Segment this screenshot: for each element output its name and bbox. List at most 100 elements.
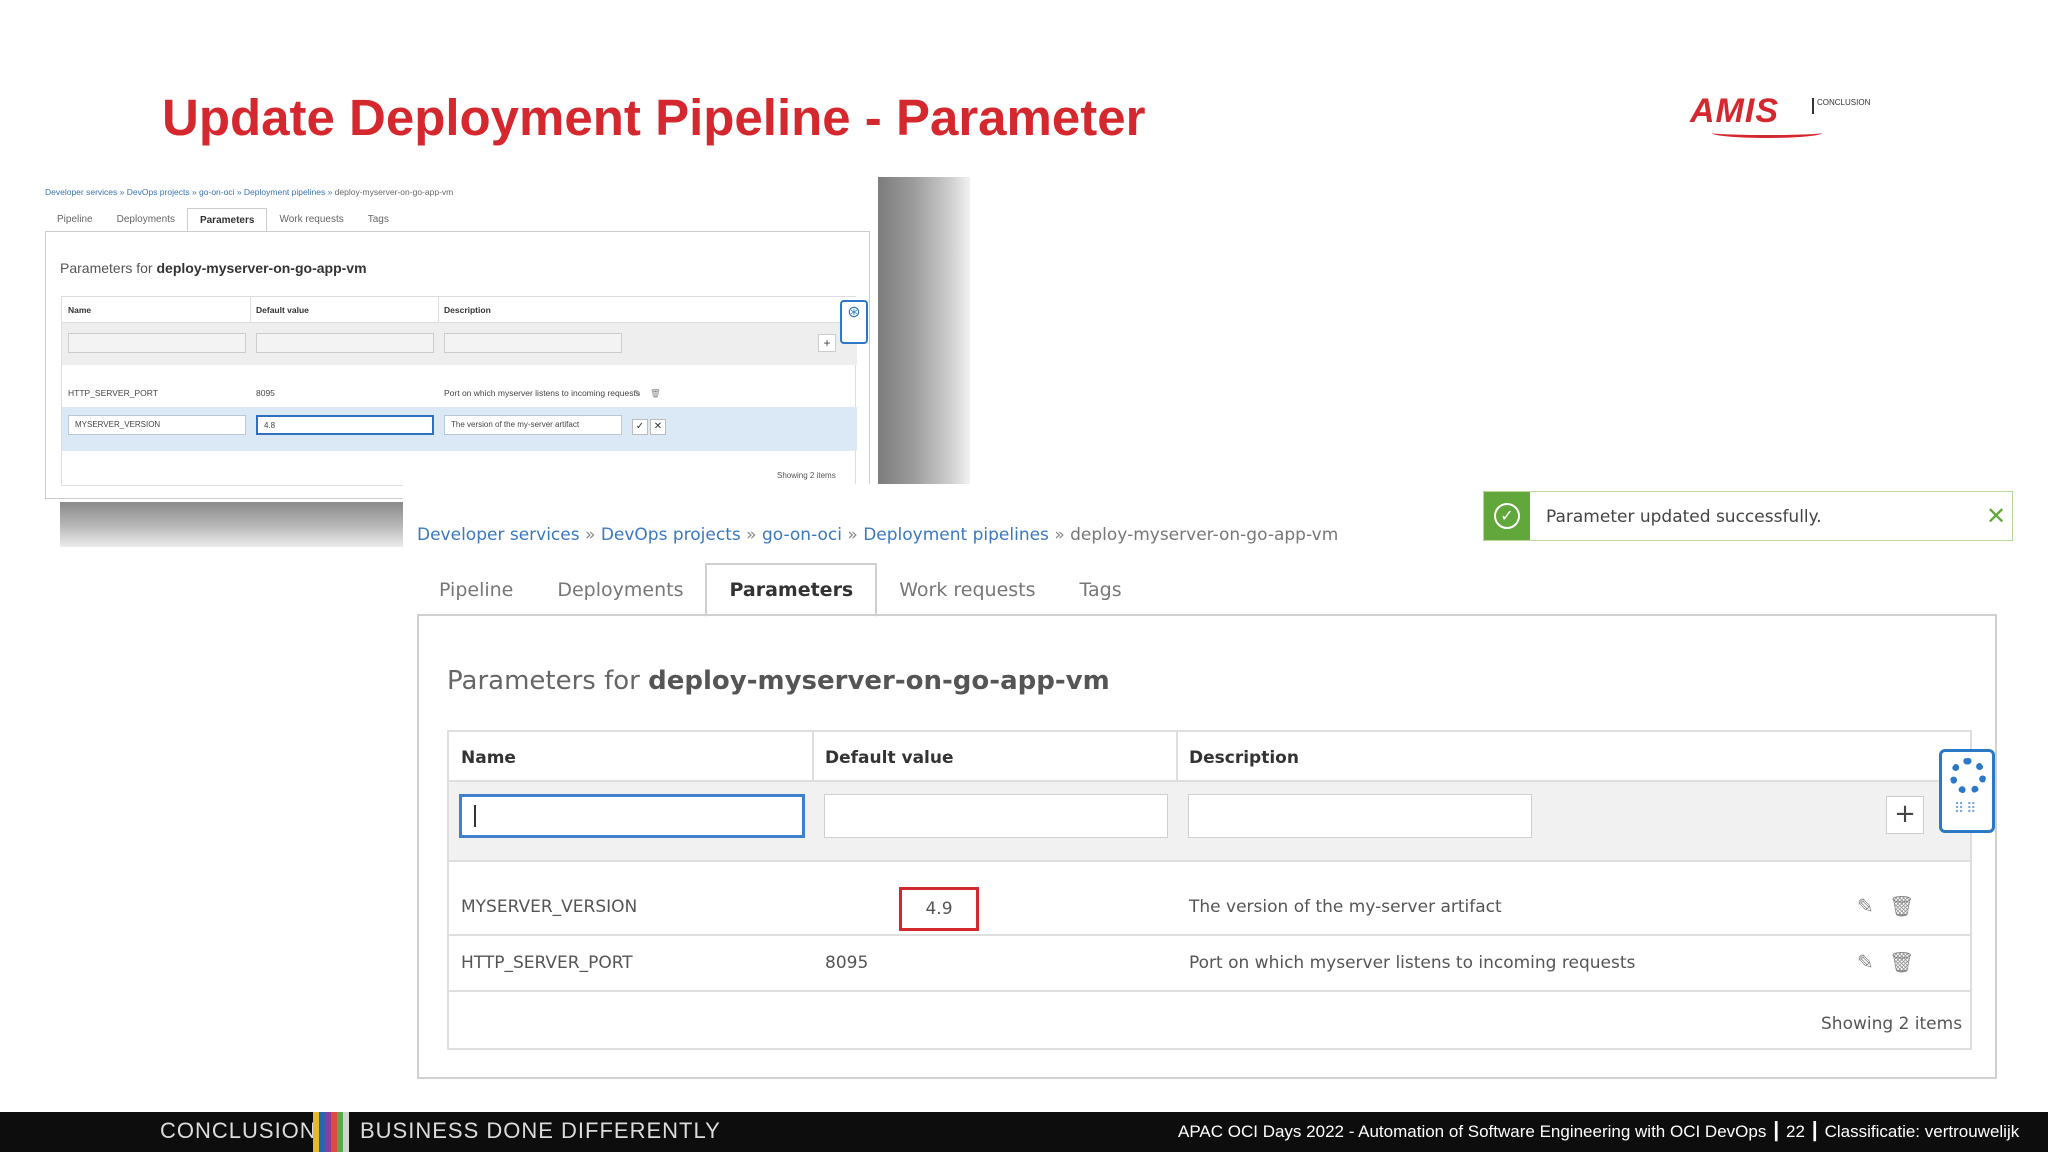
- new-name-input[interactable]: [459, 794, 805, 838]
- column-description: Description: [1189, 748, 1299, 768]
- confirm-edit-button[interactable]: ✓: [632, 419, 648, 435]
- delete-icon[interactable]: 🗑: [1889, 950, 1914, 974]
- column-default-value: Default value: [825, 748, 954, 768]
- panel-title: Parameters for deploy-myserver-on-go-app…: [447, 666, 1110, 696]
- table-row: MYSERVER_VERSION 4.9 The version of the …: [449, 880, 1970, 936]
- footer: CONCLUSION BUSINESS DONE DIFFERENTLY APA…: [0, 1112, 2048, 1152]
- screenshot-shadow-right: [875, 177, 970, 487]
- param-name: MYSERVER_VERSION: [461, 897, 638, 917]
- toast-icon-box: ✓: [1484, 492, 1530, 540]
- column-name: Name: [461, 748, 516, 768]
- logo-swoosh: [1712, 128, 1822, 138]
- tab-pipeline[interactable]: Pipeline: [45, 208, 105, 232]
- column-divider: [1176, 732, 1178, 782]
- new-name-input[interactable]: [68, 333, 246, 353]
- slide: Update Deployment Pipeline - Parameter A…: [0, 0, 2048, 1152]
- logo-subtext: CONCLUSION: [1812, 98, 1870, 114]
- delete-icon[interactable]: 🗑: [1889, 894, 1914, 918]
- parameters-panel: Parameters for deploy-myserver-on-go-app…: [417, 614, 1997, 1079]
- new-value-input[interactable]: [256, 333, 434, 353]
- param-value: 8095: [256, 388, 275, 398]
- parameters-table: Name Default value Description + HTTP_SE…: [61, 296, 857, 486]
- tab-parameters[interactable]: Parameters: [186, 208, 268, 232]
- tab-tags[interactable]: Tags: [1058, 563, 1144, 617]
- showing-count: Showing 2 items: [777, 471, 836, 480]
- edit-name-input[interactable]: MYSERVER_VERSION: [68, 415, 246, 435]
- edit-icon[interactable]: ✎: [634, 388, 641, 399]
- text-caret: [474, 805, 476, 827]
- new-description-input[interactable]: [444, 333, 622, 353]
- toast-message: Parameter updated successfully.: [1546, 507, 1822, 527]
- tab-work-requests[interactable]: Work requests: [267, 208, 355, 232]
- new-description-input[interactable]: [1188, 794, 1532, 838]
- column-divider: [438, 297, 439, 323]
- edit-icon[interactable]: ✎: [1857, 894, 1874, 918]
- close-icon[interactable]: ✕: [1986, 502, 2006, 530]
- breadcrumb-developer-services[interactable]: Developer services: [45, 187, 117, 197]
- panel-title-pipeline: deploy-myserver-on-go-app-vm: [156, 260, 367, 276]
- table-header: Name Default value Description: [449, 732, 1970, 782]
- slide-title: Update Deployment Pipeline - Parameter: [162, 89, 1146, 146]
- drag-handle-icon[interactable]: ⠿⠿: [1954, 802, 1979, 816]
- new-value-input[interactable]: [824, 794, 1168, 838]
- tab-tags[interactable]: Tags: [356, 208, 401, 232]
- breadcrumb: Developer services » DevOps projects » g…: [45, 187, 454, 197]
- breadcrumb-devops-projects[interactable]: DevOps projects: [601, 525, 741, 545]
- delete-icon[interactable]: 🗑: [650, 388, 661, 399]
- amis-logo: AMIS CONCLUSION: [1690, 92, 1890, 144]
- tab-deployments[interactable]: Deployments: [535, 563, 705, 617]
- add-parameter-button[interactable]: +: [1886, 796, 1924, 834]
- breadcrumb-current: deploy-myserver-on-go-app-vm: [334, 187, 454, 197]
- param-description: Port on which myserver listens to incomi…: [444, 388, 641, 398]
- table-header: Name Default value Description: [62, 297, 857, 323]
- cancel-edit-button[interactable]: ✕: [650, 419, 666, 435]
- showing-count: Showing 2 items: [1821, 1014, 1963, 1034]
- breadcrumb: Developer services » DevOps projects » g…: [417, 525, 1339, 545]
- tab-pipeline[interactable]: Pipeline: [417, 563, 535, 617]
- screenshot-after: Developer services » DevOps projects » g…: [403, 484, 2015, 1084]
- highlighted-value: 4.9: [899, 887, 979, 931]
- breadcrumb-devops-projects[interactable]: DevOps projects: [127, 187, 190, 197]
- tab-bar: Pipeline Deployments Parameters Work req…: [417, 563, 1144, 617]
- help-widget[interactable]: ⊛: [840, 300, 868, 344]
- tab-bar: Pipeline Deployments Parameters Work req…: [45, 208, 401, 232]
- panel-title-pipeline: deploy-myserver-on-go-app-vm: [648, 666, 1110, 696]
- table-row-editing: MYSERVER_VERSION 4.8 The version of the …: [62, 407, 857, 451]
- add-parameter-button[interactable]: +: [818, 334, 836, 352]
- edit-value-input[interactable]: 4.8: [256, 415, 434, 435]
- panel-title: Parameters for deploy-myserver-on-go-app…: [60, 260, 367, 276]
- column-default-value: Default value: [256, 305, 309, 315]
- tab-deployments[interactable]: Deployments: [105, 208, 187, 232]
- param-description: The version of the my-server artifact: [1189, 897, 1502, 917]
- footer-tagline: BUSINESS DONE DIFFERENTLY: [360, 1118, 721, 1143]
- breadcrumb-project[interactable]: go-on-oci: [762, 525, 842, 545]
- screenshot-before-content: Developer services » DevOps projects » g…: [40, 172, 878, 502]
- panel-title-prefix: Parameters for: [447, 666, 640, 696]
- column-description: Description: [444, 305, 491, 315]
- tab-work-requests[interactable]: Work requests: [877, 563, 1057, 617]
- column-divider: [812, 732, 814, 782]
- check-circle-icon: ✓: [1494, 503, 1520, 529]
- help-widget[interactable]: ⠿⠿: [1939, 749, 1995, 833]
- edit-icon[interactable]: ✎: [1857, 950, 1874, 974]
- breadcrumb-current: deploy-myserver-on-go-app-vm: [1070, 525, 1339, 545]
- breadcrumb-developer-services[interactable]: Developer services: [417, 525, 580, 545]
- screenshot-shadow-bottom: [60, 502, 420, 547]
- new-parameter-row: +: [449, 782, 1970, 862]
- footer-color-bars: [313, 1112, 349, 1152]
- param-name: HTTP_SERVER_PORT: [461, 953, 633, 973]
- success-toast: ✓ Parameter updated successfully. ✕: [1483, 491, 2013, 541]
- tab-parameters[interactable]: Parameters: [705, 563, 878, 617]
- table-row: HTTP_SERVER_PORT 8095 Port on which myse…: [449, 936, 1970, 992]
- parameters-table: Name Default value Description + MYSERVE…: [447, 730, 1972, 1050]
- lifebuoy-icon: [1950, 758, 1986, 794]
- table-row: HTTP_SERVER_PORT 8095 Port on which myse…: [62, 381, 857, 407]
- breadcrumb-deployment-pipelines[interactable]: Deployment pipelines: [863, 525, 1049, 545]
- breadcrumb-deployment-pipelines[interactable]: Deployment pipelines: [244, 187, 325, 197]
- breadcrumb-project[interactable]: go-on-oci: [199, 187, 234, 197]
- edit-description-input[interactable]: The version of the my-server artifact: [444, 415, 622, 435]
- panel-title-prefix: Parameters for: [60, 260, 153, 276]
- column-divider: [250, 297, 251, 323]
- footer-brand: CONCLUSION: [160, 1118, 317, 1143]
- column-name: Name: [68, 305, 92, 315]
